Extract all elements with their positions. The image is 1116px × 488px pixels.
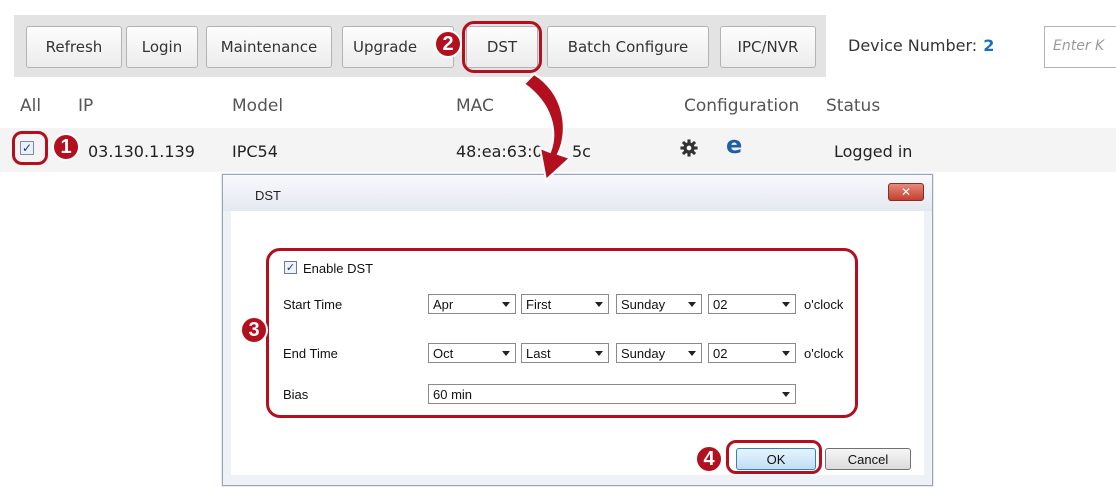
maintenance-button[interactable]: Maintenance (206, 26, 332, 68)
column-header-all[interactable]: All (20, 96, 41, 116)
annotation-badge-2: 2 (434, 30, 462, 58)
row-ip: 03.130.1.139 (88, 142, 195, 161)
annotation-badge-1: 1 (52, 133, 80, 161)
ipc-nvr-button[interactable]: IPC/NVR (720, 26, 816, 68)
device-count: 2 (983, 36, 995, 55)
curved-arrow-icon (522, 72, 572, 182)
callout-1-outline (12, 131, 48, 165)
search-input[interactable]: Enter K (1044, 26, 1116, 68)
gear-icon[interactable] (680, 139, 698, 157)
callout-2-outline (462, 21, 542, 73)
device-number-label: Device Number: (848, 36, 978, 55)
column-header-model: Model (232, 96, 284, 116)
dialog-title: DST (255, 188, 281, 203)
refresh-button[interactable]: Refresh (26, 26, 122, 68)
row-model: IPC54 (232, 142, 278, 161)
device-number: Device Number: 2 (848, 36, 994, 55)
row-status: Logged in (834, 142, 913, 161)
close-icon[interactable]: ✕ (888, 183, 924, 201)
column-header-ip: IP (78, 96, 94, 116)
cancel-button[interactable]: Cancel (825, 448, 911, 470)
annotation-badge-4: 4 (695, 445, 723, 473)
column-header-status: Status (826, 96, 881, 116)
column-header-configuration: Configuration (684, 96, 800, 116)
callout-4-outline (726, 440, 822, 474)
login-button[interactable]: Login (126, 26, 198, 68)
batch-configure-button[interactable]: Batch Configure (547, 26, 709, 68)
annotation-badge-3: 3 (240, 316, 268, 344)
column-header-mac: MAC (456, 96, 494, 116)
callout-3-outline (266, 248, 858, 418)
browser-icon[interactable]: e (726, 133, 742, 157)
